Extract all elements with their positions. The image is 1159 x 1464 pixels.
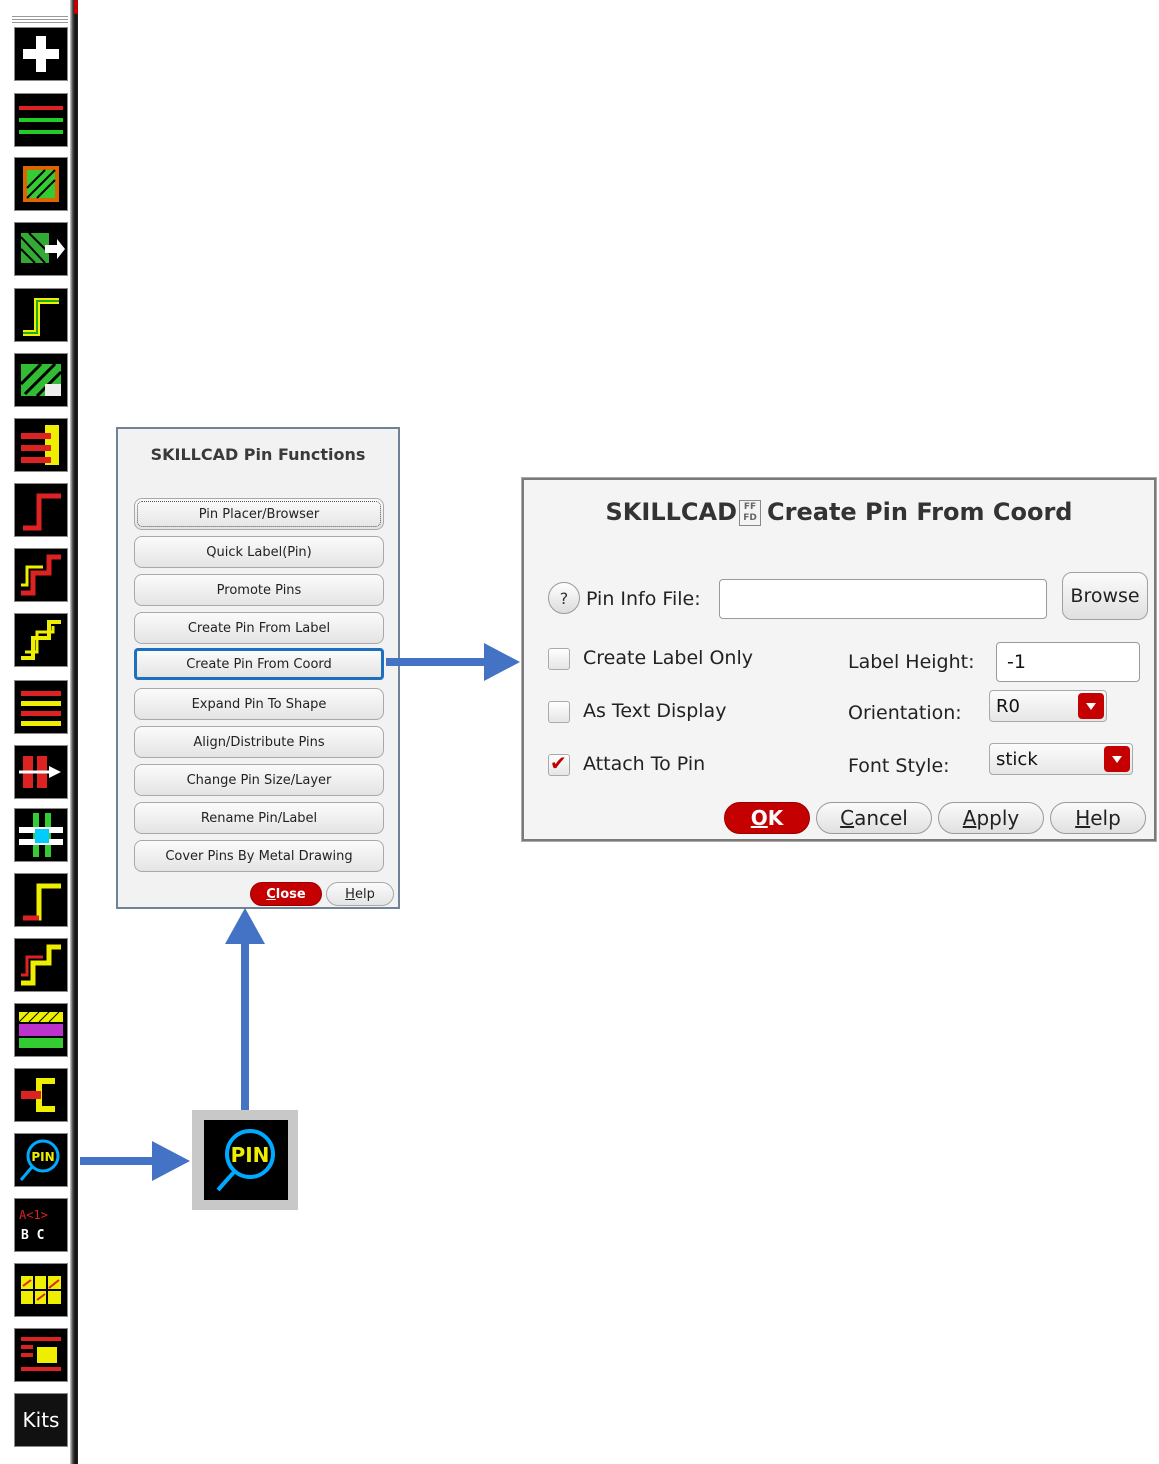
arrow-to-zoom-head	[152, 1141, 190, 1181]
arrow-to-dialog-head	[225, 908, 265, 944]
arrow-to-create-pin-head	[484, 643, 520, 681]
annotation-arrows	[80, 643, 520, 1181]
